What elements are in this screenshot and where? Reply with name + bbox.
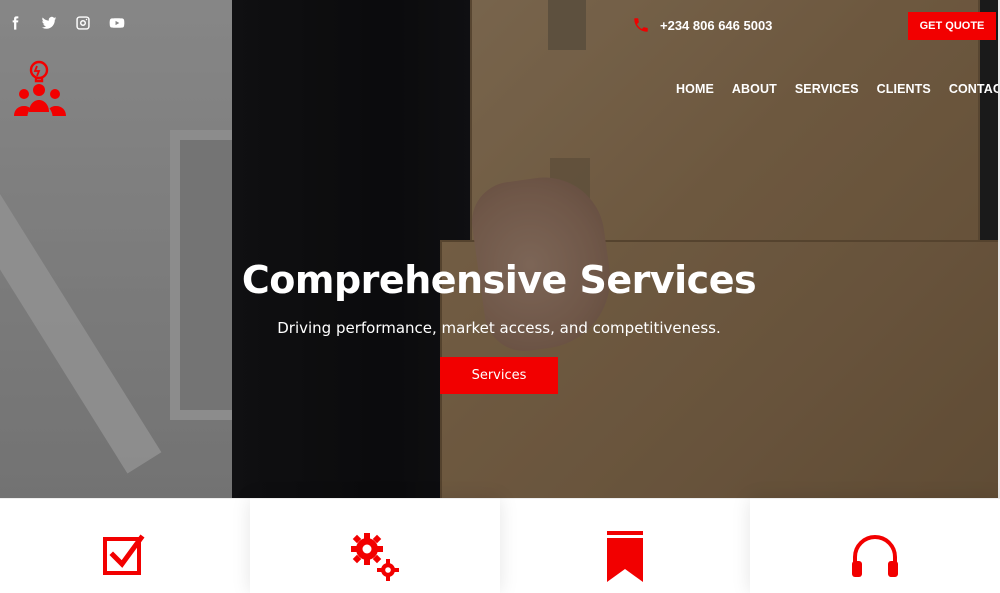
- hero-title: Comprehensive Services: [241, 258, 757, 302]
- team-idea-logo-icon: [14, 60, 66, 116]
- nav-contact[interactable]: CONTACT: [949, 82, 1000, 96]
- nav-services[interactable]: SERVICES: [795, 82, 859, 96]
- phone-number: +234 806 646 5003: [660, 17, 773, 33]
- feature-card: [250, 498, 500, 593]
- hero-overlay: [0, 0, 1000, 498]
- feature-card: [750, 498, 1000, 593]
- top-bar: +234 806 646 5003 GET QUOTE: [0, 0, 1000, 50]
- get-quote-button[interactable]: GET QUOTE: [908, 12, 996, 40]
- headphones-icon: [849, 531, 901, 583]
- services-button[interactable]: Services: [440, 357, 558, 394]
- instagram-icon[interactable]: [74, 14, 92, 32]
- youtube-icon[interactable]: [108, 14, 126, 32]
- facebook-icon[interactable]: [6, 14, 24, 32]
- social-links: [6, 14, 126, 32]
- nav-home[interactable]: HOME: [676, 82, 714, 96]
- hero-subtitle: Driving performance, market access, and …: [277, 319, 721, 337]
- hero-section: +234 806 646 5003 GET QUOTE HOME ABOUT S…: [0, 0, 1000, 498]
- checkbox-icon: [99, 531, 151, 583]
- phone-contact[interactable]: +234 806 646 5003: [632, 16, 772, 34]
- main-nav: HOME ABOUT SERVICES CLIENTS CONTACT: [676, 82, 1000, 96]
- gears-icon: [349, 531, 401, 583]
- nav-about[interactable]: ABOUT: [732, 82, 777, 96]
- feature-cards: [0, 498, 1000, 593]
- bookmark-icon: [599, 531, 651, 583]
- twitter-icon[interactable]: [40, 14, 58, 32]
- site-logo[interactable]: [10, 60, 70, 122]
- feature-card: [0, 498, 250, 593]
- nav-clients[interactable]: CLIENTS: [877, 82, 931, 96]
- feature-card: [500, 498, 750, 593]
- phone-icon: [634, 18, 648, 32]
